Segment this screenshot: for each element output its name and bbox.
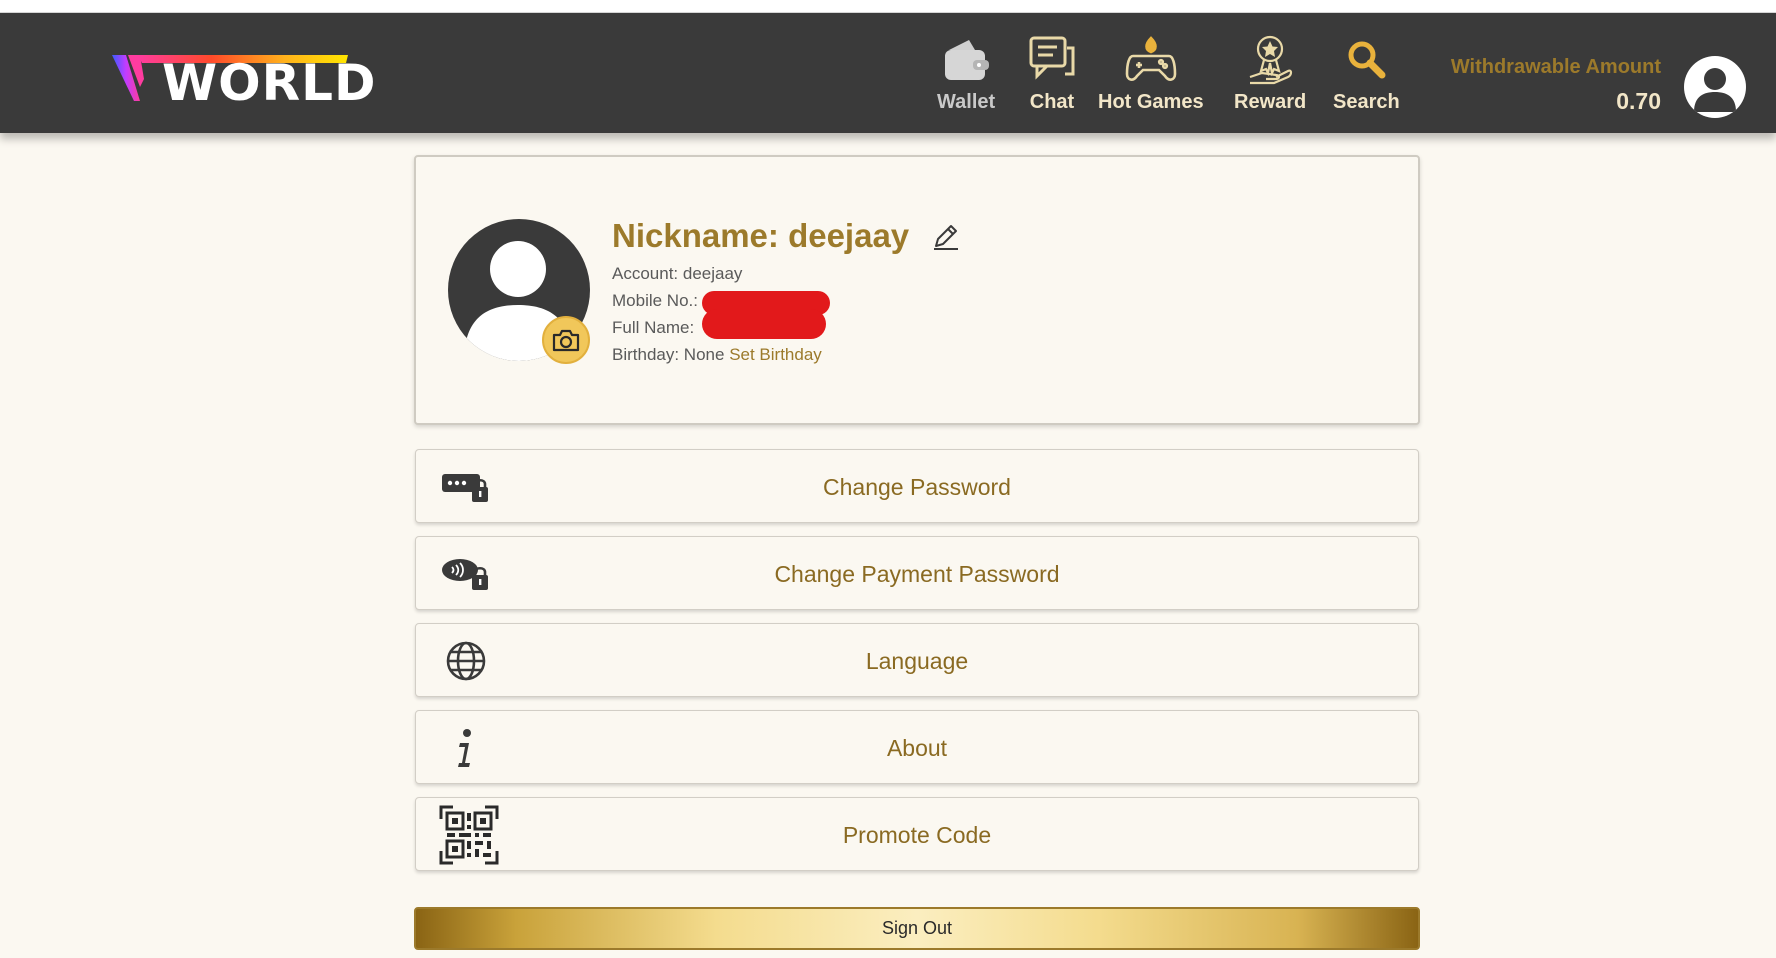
sign-out-button[interactable]: Sign Out	[414, 907, 1420, 950]
promote-code-button[interactable]: Promote Code	[415, 797, 1419, 871]
nav-hot-games[interactable]: Hot Games	[1098, 31, 1204, 127]
change-password-button[interactable]: Change Password	[415, 449, 1419, 523]
withdrawable-amount-value: 0.70	[1616, 88, 1661, 114]
nav-chat-label: Chat	[1029, 91, 1075, 113]
account-line: Account: deejaay	[612, 264, 743, 283]
header-user-avatar[interactable]	[1684, 56, 1746, 118]
language-label: Language	[865, 648, 969, 674]
gamepad-icon	[1123, 31, 1179, 87]
birthday-label: Birthday: None	[612, 345, 725, 364]
birthday-line: Birthday: None Set Birthday	[612, 345, 822, 365]
withdrawable-amount-label: Withdrawable Amount	[1450, 56, 1661, 78]
wallet-icon	[938, 31, 994, 87]
profile-avatar[interactable]	[448, 219, 590, 364]
about-label: About	[886, 735, 948, 761]
change-photo-button[interactable]	[542, 316, 590, 364]
nav-wallet[interactable]: Wallet	[937, 31, 995, 127]
nav-wallet-label: Wallet	[937, 91, 996, 113]
nickname-row: Nickname: deejaay	[612, 217, 961, 255]
fullname-label: Full Name:	[612, 318, 695, 337]
change-payment-password-button[interactable]: Change Payment Password	[415, 536, 1419, 610]
camera-icon	[552, 329, 580, 352]
vworld-logo[interactable]: WORLD	[112, 43, 376, 113]
about-button[interactable]: About	[415, 710, 1419, 784]
change-password-label: Change Password	[823, 474, 1011, 500]
reward-icon	[1242, 31, 1298, 87]
nickname-text: Nickname: deejaay	[612, 217, 910, 254]
set-birthday-link[interactable]: Set Birthday	[729, 345, 822, 364]
nav-reward[interactable]: Reward	[1234, 31, 1306, 127]
nav-chat[interactable]: Chat	[1024, 31, 1080, 127]
nav-search[interactable]: Search	[1333, 31, 1400, 127]
top-header: WORLD Wallet Chat Hot Games Reward Searc…	[0, 13, 1776, 133]
mobile-label: Mobile No.:	[612, 291, 698, 310]
chat-icon	[1024, 31, 1080, 87]
nav-search-label: Search	[1333, 91, 1400, 113]
browser-top-strip	[0, 0, 1776, 13]
edit-pencil-icon[interactable]	[931, 221, 961, 251]
redaction-mark	[702, 309, 826, 339]
fullname-line: Full Name:	[612, 318, 694, 338]
search-icon	[1338, 31, 1394, 87]
promote-code-label: Promote Code	[842, 822, 992, 848]
language-button[interactable]: Language	[415, 623, 1419, 697]
nav-reward-label: Reward	[1234, 91, 1307, 113]
mobile-line: Mobile No.:	[612, 291, 698, 311]
change-payment-password-label: Change Payment Password	[774, 561, 1060, 587]
nav-hot-games-label: Hot Games	[1098, 91, 1204, 113]
user-silhouette-icon	[1694, 68, 1736, 112]
logo-wordmark: WORLD	[162, 54, 377, 112]
profile-card: Nickname: deejaay Account: deejaay Mobil…	[414, 155, 1420, 425]
